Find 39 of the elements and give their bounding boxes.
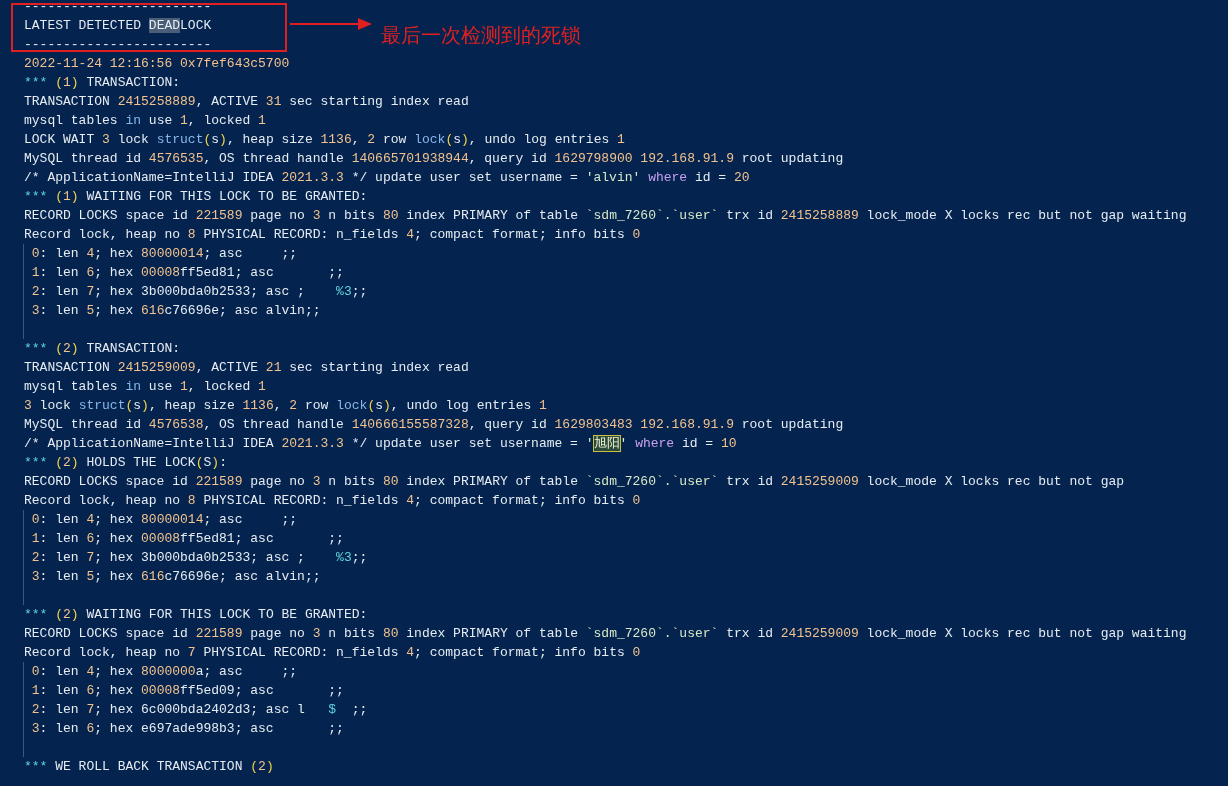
code-line: /* ApplicationName=IntelliJ IDEA 2021.3.3 */ update user set username = 'alvin' where id = 20: [24, 169, 750, 187]
code-line: TRANSACTION 2415258889, ACTIVE 31 sec starting index read: [24, 93, 469, 111]
code-line: ------------------------: [24, 0, 212, 16]
code-line: /* ApplicationName=IntelliJ IDEA 2021.3.3 */ update user set username = '旭阳' where id = 10: [24, 435, 737, 453]
code-line: MySQL thread id 4576538, OS thread handle 140666155587328, query id 1629803483 192.168.91.9 root updating: [24, 416, 844, 434]
code-line: Record lock, heap no 8 PHYSICAL RECORD: n_fields 4; compact format; info bits 0: [24, 226, 641, 244]
code-line: 0: len 4; hex 80000014; asc ;;: [23, 244, 298, 263]
annotation-label: 最后一次检测到的死锁: [381, 23, 581, 48]
code-line: 3 lock struct(s), heap size 1136, 2 row lock(s), undo log entries 1: [24, 397, 547, 415]
code-line: Record lock, heap no 8 PHYSICAL RECORD: n_fields 4; compact format; info bits 0: [24, 492, 641, 510]
code-line: RECORD LOCKS space id 221589 page no 3 n bits 80 index PRIMARY of table `sdm_7260`.`user` trx id 2415258889 lock_mode X locks rec but not gap waiting: [24, 207, 1187, 225]
code-line: mysql tables in use 1, locked 1: [24, 378, 266, 396]
code-line: 1: len 6; hex 00008ff5ed81; asc ;;: [23, 263, 344, 282]
code-line: 3: len 6; hex e697ade998b3; asc ;;: [23, 719, 344, 738]
code-line: 2: len 7; hex 3b000bda0b2533; asc ; %3;;: [23, 282, 368, 301]
code-line: LATEST DETECTED DEADLOCK: [24, 17, 212, 35]
code-line: 0: len 4; hex 80000014; asc ;;: [23, 510, 298, 529]
code-line: *** (2) WAITING FOR THIS LOCK TO BE GRANTED:: [24, 606, 368, 624]
code-line: RECORD LOCKS space id 221589 page no 3 n bits 80 index PRIMARY of table `sdm_7260`.`user` trx id 2415259009 lock_mode X locks rec but not gap waiting: [24, 625, 1187, 643]
code-line: 2: len 7; hex 6c000bda2402d3; asc l $ ;;: [23, 700, 368, 719]
code-line: *** WE ROLL BACK TRANSACTION (2): [24, 758, 274, 776]
code-line: 2: len 7; hex 3b000bda0b2533; asc ; %3;;: [23, 548, 368, 567]
code-line: RECORD LOCKS space id 221589 page no 3 n bits 80 index PRIMARY of table `sdm_7260`.`user` trx id 2415259009 lock_mode X locks rec but not gap: [24, 473, 1125, 491]
code-line: 1: len 6; hex 00008ff5ed81; asc ;;: [23, 529, 344, 548]
code-line: *** (1) TRANSACTION:: [24, 74, 181, 92]
code-line: 3: len 5; hex 616c76696e; asc alvin;;: [23, 301, 321, 320]
code-line: LOCK WAIT 3 lock struct(s), heap size 1136, 2 row lock(s), undo log entries 1: [24, 131, 625, 149]
code-line: 0: len 4; hex 8000000a; asc ;;: [23, 662, 298, 681]
code-line: *** (2) TRANSACTION:: [24, 340, 181, 358]
code-line: 1: len 6; hex 00008ff5ed09; asc ;;: [23, 681, 344, 700]
code-line: ------------------------: [24, 36, 212, 54]
code-line: Record lock, heap no 7 PHYSICAL RECORD: n_fields 4; compact format; info bits 0: [24, 644, 641, 662]
code-line: TRANSACTION 2415259009, ACTIVE 21 sec starting index read: [24, 359, 469, 377]
code-line: MySQL thread id 4576535, OS thread handle 140665701938944, query id 1629798900 192.168.91.9 root updating: [24, 150, 844, 168]
code-line: mysql tables in use 1, locked 1: [24, 112, 266, 130]
code-line: 3: len 5; hex 616c76696e; asc alvin;;: [23, 567, 321, 586]
code-line: 2022-11-24 12:16:56 0x7fef643c5700: [24, 55, 290, 73]
code-line: *** (1) WAITING FOR THIS LOCK TO BE GRANTED:: [24, 188, 368, 206]
code-line: *** (2) HOLDS THE LOCK(S):: [24, 454, 227, 472]
